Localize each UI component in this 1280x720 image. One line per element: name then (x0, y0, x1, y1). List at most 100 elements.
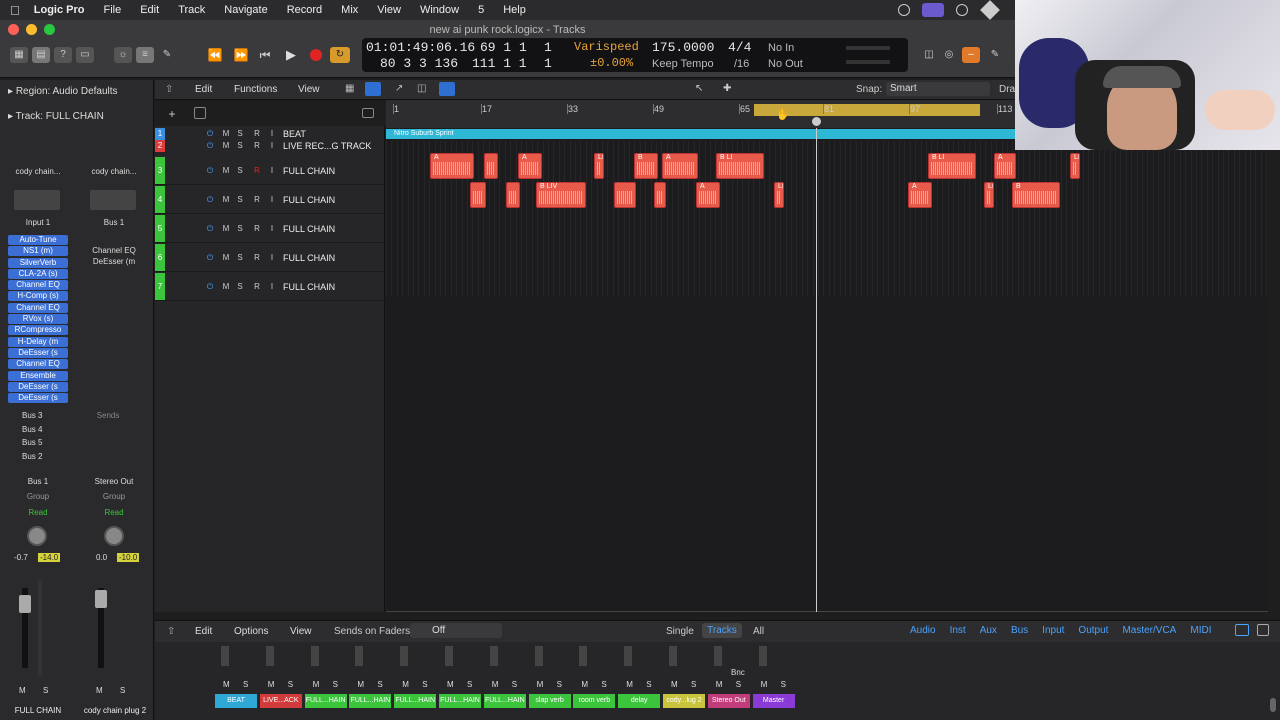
menu-5[interactable]: 5 (478, 4, 484, 16)
menu-logic-pro[interactable]: Logic Pro (34, 4, 85, 16)
strip1-plugin-slot[interactable]: RVox (s) (8, 314, 68, 325)
audio-region[interactable] (470, 182, 486, 208)
mixer-fader[interactable] (669, 646, 677, 666)
mixer-fader[interactable] (713, 646, 722, 666)
track-header[interactable]: 1 ⏻ M S R I BEAT (155, 128, 385, 140)
track-solo-button[interactable]: S (235, 129, 245, 139)
strip1-plugin-slot[interactable]: SilverVerb (8, 257, 68, 268)
track-folder-icon[interactable] (362, 108, 374, 118)
list-editors-icon[interactable]: ◫ (920, 47, 938, 63)
mixer-solo-button[interactable]: S (512, 680, 517, 689)
audio-region[interactable]: LI (984, 182, 994, 208)
mixer-filter[interactable]: MIDI (1190, 625, 1211, 636)
editors-icon[interactable]: ✎ (158, 47, 176, 63)
audio-region[interactable]: B LIV (536, 182, 586, 208)
app-icon[interactable] (980, 0, 1000, 20)
mixer-mute-button[interactable]: M (761, 680, 768, 689)
track-input-button[interactable]: I (267, 129, 277, 139)
menu-window[interactable]: Window (420, 4, 459, 16)
mixer-solo-button[interactable]: S (333, 680, 338, 689)
track-header[interactable]: 2 ⏻ M S R I LIVE REC...G TRACK (155, 140, 385, 152)
audio-region[interactable]: A (908, 182, 932, 208)
catch-icon[interactable]: ⇧ (165, 84, 173, 95)
audio-region[interactable] (614, 182, 636, 208)
strip1-plugin-slot[interactable]: Auto-Tune (8, 235, 68, 245)
strip1-mute[interactable]: M (19, 686, 26, 695)
mixer-solo-button[interactable]: S (691, 680, 696, 689)
audio-region[interactable]: A (430, 153, 474, 179)
track-solo-button[interactable]: S (235, 253, 245, 263)
audio-region[interactable]: LI (1070, 153, 1080, 179)
strip1-plugin-slot[interactable]: DeEsser (s (8, 393, 68, 404)
menu-file[interactable]: File (103, 4, 121, 16)
audio-region[interactable]: A (994, 153, 1016, 179)
track-power-button[interactable]: ⏻ (205, 282, 215, 292)
automation-icon[interactable]: ↗ (395, 83, 403, 94)
strip1-plugin-slot[interactable]: RCompresso (8, 325, 68, 336)
browser-icon[interactable]: ◎ (940, 47, 958, 63)
strip2-input[interactable]: Bus 1 (84, 218, 144, 227)
audio-region[interactable]: A (696, 182, 720, 208)
track-mute-button[interactable]: M (221, 253, 231, 263)
strip2-mute[interactable]: M (96, 686, 103, 695)
global-tracks-icon[interactable] (194, 107, 206, 119)
track-solo-button[interactable]: S (235, 195, 245, 205)
strip1-fader[interactable] (19, 595, 31, 613)
strip1-automation[interactable]: Read (8, 508, 68, 517)
catch-playhead-icon[interactable] (439, 82, 455, 96)
count-in-icon[interactable]: – (962, 47, 980, 63)
mixer-layout-icon[interactable] (1235, 624, 1249, 636)
strip2-output[interactable]: Stereo Out (84, 477, 144, 486)
audio-region[interactable]: B (634, 153, 658, 179)
status-icon[interactable] (898, 4, 910, 16)
strip1-plugin-slot[interactable]: Channel EQ (8, 359, 68, 370)
mixer-scrollbar[interactable] (1270, 698, 1276, 712)
strip1-plugin-slot[interactable]: DeEsser (s (8, 347, 68, 358)
beat-region[interactable]: Nitro Suburb Sprint (386, 129, 1012, 139)
track-mute-button[interactable]: M (221, 129, 231, 139)
track-mute-button[interactable]: M (221, 224, 231, 234)
track-solo-button[interactable]: S (235, 224, 245, 234)
track-rec-button[interactable]: R (252, 224, 262, 234)
mixer-mute-button[interactable]: M (581, 680, 588, 689)
menu-edit[interactable]: Edit (140, 4, 159, 16)
mixer-solo-button[interactable]: S (557, 680, 562, 689)
strip1-group[interactable]: Group (8, 492, 68, 501)
mixer-mute-button[interactable]: M (671, 680, 678, 689)
track-header[interactable]: 7 ⏻ M S R I FULL CHAIN (155, 273, 385, 301)
mixer-fader[interactable] (445, 646, 453, 666)
list-view-icon[interactable] (365, 82, 381, 96)
audio-region[interactable]: LI (594, 153, 604, 179)
go-to-start-icon[interactable]: ⏮ (256, 47, 274, 63)
strip1-solo[interactable]: S (43, 686, 48, 695)
mixer-mute-button[interactable]: M (313, 680, 320, 689)
mixer-channel-name[interactable]: FULL...HAIN (304, 694, 347, 708)
mixer-solo-button[interactable]: S (377, 680, 382, 689)
track-input-button[interactable]: I (267, 253, 277, 263)
playhead[interactable] (816, 128, 817, 612)
mixer-expand-icon[interactable] (1257, 624, 1269, 636)
rewind-icon[interactable]: ⏪ (206, 47, 224, 63)
audio-region[interactable] (506, 182, 520, 208)
track-input-button[interactable]: I (267, 195, 277, 205)
bounce-button[interactable]: Bnc (731, 668, 745, 677)
strip2-plugin-slot[interactable]: Channel EQ (84, 246, 144, 256)
cycle-icon[interactable]: ↻ (330, 47, 350, 63)
strip1-setting[interactable]: cody chain... (8, 167, 68, 176)
strip1-plugin-slot[interactable]: Channel EQ (8, 280, 68, 291)
strip1-plugin-slot[interactable]: H-Comp (s) (8, 291, 68, 302)
mixer-options-menu[interactable]: Options (234, 626, 268, 637)
menu-record[interactable]: Record (287, 4, 322, 16)
strip2-solo[interactable]: S (120, 686, 125, 695)
mixer-solo-button[interactable]: S (736, 680, 741, 689)
record-button[interactable] (310, 49, 322, 61)
mixer-channel-name[interactable]: FULL...HAIN (349, 694, 392, 708)
audio-region[interactable]: A (518, 153, 542, 179)
strip1-output[interactable]: Bus 1 (8, 477, 68, 486)
mixer-mute-button[interactable]: M (357, 680, 364, 689)
audio-region[interactable]: A (662, 153, 698, 179)
mixer-solo-button[interactable]: S (243, 680, 248, 689)
strip1-send[interactable]: Bus 2 (8, 452, 58, 464)
mixer-mute-button[interactable]: M (447, 680, 454, 689)
mixer-mute-button[interactable]: M (402, 680, 409, 689)
